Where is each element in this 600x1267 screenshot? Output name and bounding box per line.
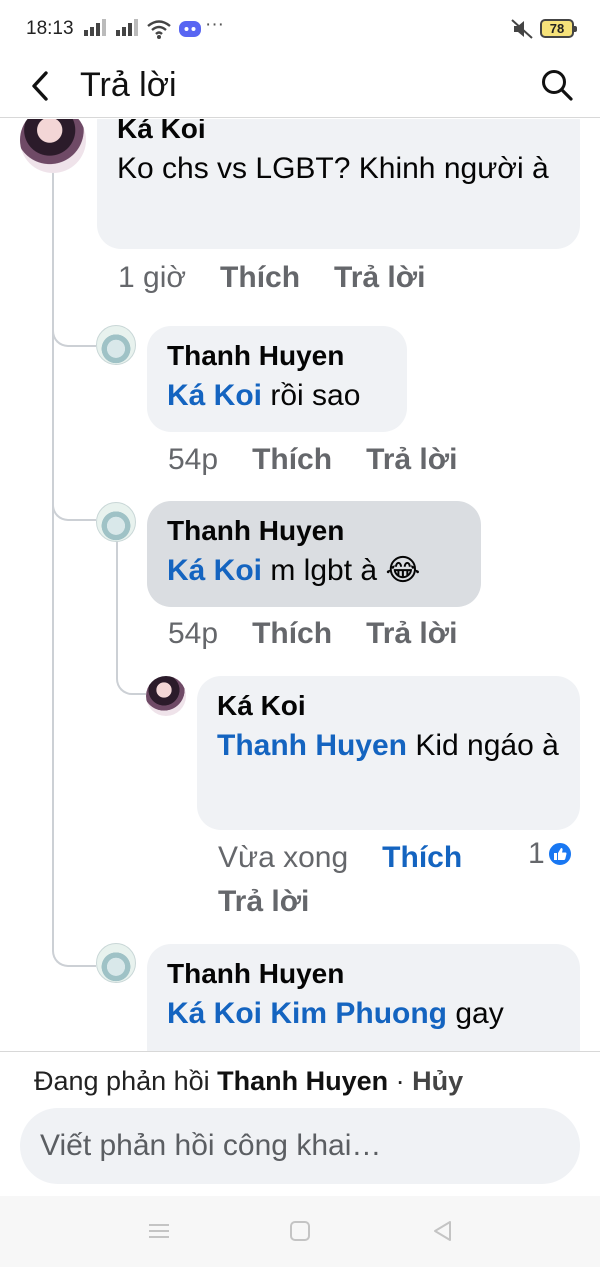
replying-to-bar: Đang phản hồi Thanh Huyen · Hủy: [0, 1051, 600, 1111]
cancel-reply-button[interactable]: Hủy: [412, 1066, 463, 1096]
separator: ·: [388, 1066, 413, 1096]
status-bar: 18:13 ··· 78: [0, 0, 600, 60]
comment-time: 54p: [168, 617, 219, 650]
comment-author[interactable]: Ká Koi: [117, 119, 560, 147]
like-button[interactable]: Thích: [252, 617, 332, 651]
mention-link[interactable]: Ká Koi: [167, 379, 262, 412]
back-arrow-icon[interactable]: [24, 66, 60, 106]
comment-bubble[interactable]: Thanh Huyen Ká Koi Kim Phuong gay: [147, 944, 580, 1051]
thread-connector: [52, 939, 96, 967]
wifi-icon: [147, 20, 171, 39]
mention-link[interactable]: Ká Koi Kim Phuong: [167, 997, 447, 1030]
thread-line: [116, 539, 118, 679]
avatar[interactable]: [96, 502, 136, 542]
comment-bubble[interactable]: Ká Koi Ko chs vs LGBT? Khinh người à: [97, 119, 580, 249]
like-button[interactable]: Thích: [220, 261, 300, 295]
comment-text: Ko chs vs LGBT? Khinh người à: [117, 152, 549, 185]
reaction-count: 1: [528, 837, 545, 870]
avatar[interactable]: [146, 676, 186, 716]
comment-actions: 1 giờ Thích Trả lời: [118, 261, 459, 295]
comment-actions: Vừa xong Thích: [218, 841, 496, 875]
mute-icon: [511, 19, 533, 39]
menu-icon[interactable]: [146, 1218, 172, 1244]
home-icon[interactable]: [287, 1218, 313, 1244]
system-nav-bar: [0, 1196, 600, 1267]
app-header: Trả lời: [0, 60, 600, 118]
thread-line: [52, 169, 54, 949]
comment-author[interactable]: Ká Koi: [217, 688, 560, 724]
mention-link[interactable]: Thanh Huyen: [217, 729, 407, 762]
laughing-emoji: 😂: [385, 554, 421, 587]
thread-connector: [52, 493, 96, 521]
comment-actions: 54p Thích Trả lời: [168, 443, 491, 477]
comment-time: Vừa xong: [218, 841, 349, 874]
comment-bubble[interactable]: Ká Koi Thanh Huyen Kid ngáo à: [197, 676, 580, 830]
reply-composer[interactable]: [20, 1108, 580, 1184]
page-title: Trả lời: [80, 66, 177, 104]
signal-icon: [84, 18, 106, 40]
reply-button[interactable]: Trả lời: [366, 617, 457, 651]
search-icon[interactable]: [540, 68, 574, 102]
comment-actions: Trả lời: [218, 885, 343, 919]
comment-bubble[interactable]: Thanh Huyen Ká Koi rồi sao: [147, 326, 407, 432]
avatar[interactable]: [20, 119, 86, 173]
reply-button[interactable]: Trả lời: [366, 443, 457, 477]
comment-text: Kid ngáo à: [407, 729, 559, 762]
like-button[interactable]: Thích: [252, 443, 332, 477]
like-button[interactable]: Thích: [382, 841, 462, 875]
comment-author[interactable]: Thanh Huyen: [167, 956, 560, 992]
more-dots: ···: [205, 14, 224, 35]
replying-target: Thanh Huyen: [217, 1066, 389, 1096]
comment-actions: 54p Thích Trả lời: [168, 617, 491, 651]
reply-button[interactable]: Trả lời: [218, 885, 309, 919]
avatar[interactable]: [96, 325, 136, 365]
mention-link[interactable]: Ká Koi: [167, 554, 262, 587]
reaction-summary[interactable]: 1: [528, 837, 573, 871]
comment-time: 54p: [168, 443, 219, 476]
reply-button[interactable]: Trả lời: [334, 261, 425, 295]
comment-text: gay: [447, 997, 504, 1030]
comment-text: rồi sao: [262, 379, 361, 412]
thread-connector: [116, 667, 146, 695]
signal-icon: [116, 18, 138, 40]
back-triangle-icon[interactable]: [430, 1218, 456, 1244]
battery-icon: 78: [540, 19, 577, 38]
status-time: 18:13: [26, 18, 74, 39]
discord-icon: [179, 21, 201, 37]
comment-text: m lgbt à: [262, 554, 386, 587]
thread-connector: [52, 319, 96, 347]
replying-prefix: Đang phản hồi: [34, 1066, 218, 1096]
comment-author[interactable]: Thanh Huyen: [167, 338, 387, 374]
thumbs-up-icon: [546, 841, 573, 867]
reply-input[interactable]: [40, 1108, 560, 1184]
comment-bubble[interactable]: Thanh Huyen Ká Koi m lgbt à 😂: [147, 501, 481, 607]
comment-author[interactable]: Thanh Huyen: [167, 513, 461, 549]
avatar[interactable]: [96, 943, 136, 983]
comment-time: 1 giờ: [118, 261, 187, 294]
comment-thread[interactable]: Ká Koi Ko chs vs LGBT? Khinh người à 1 g…: [0, 119, 600, 1051]
